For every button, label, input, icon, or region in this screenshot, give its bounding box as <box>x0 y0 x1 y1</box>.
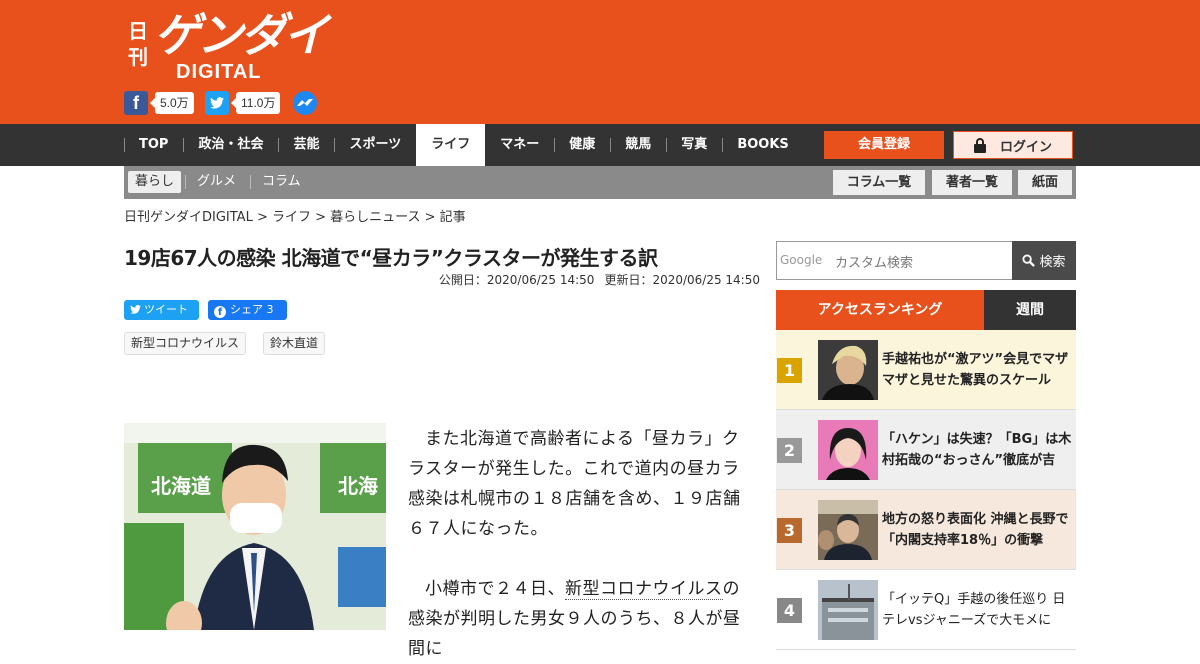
rank-number: 3 <box>777 518 802 543</box>
corona-link[interactable]: 新型コロナウイルス <box>565 579 723 600</box>
article-paragraph: また北海道で高齢者による「昼カラ」クラスターが発生した。これで道内の昼カラ感染は… <box>408 429 741 539</box>
twitter-icon <box>205 91 229 115</box>
article-paragraph: 小樽市で２４日、新型コロナウイルスの感染が判明した男女９人のうち、８人が昼間に <box>408 574 753 664</box>
rank-title: 「イッテQ」手越の後任巡り 日テレvsジャニーズで大モメに <box>882 592 1066 628</box>
tweet-button[interactable]: ツイート <box>124 300 199 320</box>
rank-title: 手越祐也が“激アツ”会見でマザマザと見せた驚異のスケール <box>882 352 1069 388</box>
rank-number: 4 <box>777 598 802 623</box>
column-list-button[interactable]: コラム一覧 <box>833 170 925 195</box>
subnav-kurashi[interactable]: 暮らし <box>128 171 182 193</box>
rank-thumbnail <box>818 580 878 640</box>
register-button[interactable]: 会員登録 <box>824 131 944 159</box>
breadcrumb[interactable]: 日刊ゲンダイDIGITAL > ライフ > 暮らしニュース > 記事 <box>124 206 466 225</box>
logo-sub: DIGITAL <box>176 61 262 83</box>
nav-books[interactable]: BOOKS <box>722 124 803 166</box>
search-placeholder: カスタム検索 <box>835 256 914 271</box>
twitter-icon <box>130 305 141 314</box>
rank-title: 地方の怒り表面化 沖縄と長野で「内閣支持率18％」の衝撃 <box>882 512 1069 548</box>
article-photo: 北海道 北海 <box>124 423 386 630</box>
site-header: 日刊 ゲンダイ DIGITAL f 5.0万 11.0万 <box>0 0 1200 124</box>
tweet-label: ツイート <box>144 303 188 316</box>
ranking-item[interactable]: 2 「ハケン」は失速？「BG」は木村拓哉の“おっさん”徹底が吉 <box>776 410 1076 490</box>
nav-keiba[interactable]: 競馬 <box>610 124 666 166</box>
nav-entertainment[interactable]: 芸能 <box>278 124 334 166</box>
tag-suzuki[interactable]: 鈴木直道 <box>263 332 326 355</box>
nav-life[interactable]: ライフ <box>416 124 486 166</box>
author-list-button[interactable]: 著者一覧 <box>932 170 1012 195</box>
main-nav: TOP 政治・社会 芸能 スポーツ ライフ マネー 健康 競馬 写真 BOOKS… <box>0 124 1200 166</box>
ranking-heading[interactable]: アクセスランキング <box>776 290 984 330</box>
subnav-gourmet[interactable]: グルメ <box>197 171 236 193</box>
login-button[interactable]: ログイン <box>953 131 1073 159</box>
subnav-divider <box>185 175 186 189</box>
article-body: また北海道で高齢者による「昼カラ」クラスターが発生した。これで道内の昼カラ感染は… <box>408 424 753 664</box>
messenger-icon[interactable] <box>293 91 317 115</box>
search-button[interactable]: 検索 <box>1012 241 1076 280</box>
facebook-count: 5.0万 <box>150 92 194 114</box>
ranking-item[interactable]: 4 「イッテQ」手越の後任巡り 日テレvsジャニーズで大モメに <box>776 570 1076 650</box>
article-title: 19店67人の感染 北海道で“昼カラ”クラスターが発生する訳 <box>124 246 658 270</box>
twitter-follow[interactable]: 11.0万 <box>205 91 281 115</box>
rank-number: 1 <box>777 358 802 383</box>
nav-photo[interactable]: 写真 <box>666 124 722 166</box>
login-label: ログイン <box>999 139 1052 155</box>
search-icon <box>1022 254 1036 267</box>
facebook-icon: f <box>124 91 148 115</box>
nav-money[interactable]: マネー <box>485 124 554 166</box>
nav-politics[interactable]: 政治・社会 <box>183 124 278 166</box>
lock-icon <box>973 138 986 153</box>
site-logo[interactable]: 日刊 ゲンダイ DIGITAL <box>124 8 329 84</box>
tag-corona[interactable]: 新型コロナウイルス <box>124 332 247 355</box>
rank-thumbnail <box>818 500 878 560</box>
subnav-divider <box>250 175 251 189</box>
ranking-weekly-tab[interactable]: 週間 <box>984 290 1076 330</box>
rank-number: 2 <box>777 438 802 463</box>
twitter-count: 11.0万 <box>230 92 281 114</box>
published-date: 公開日：2020/06/25 14:50 <box>438 273 595 287</box>
photo-sign-text: 北海道 <box>151 474 211 498</box>
sub-nav: 暮らし グルメ コラム コラム一覧 著者一覧 紙面 <box>124 166 1076 199</box>
rank-thumbnail <box>818 420 878 480</box>
nav-health[interactable]: 健康 <box>554 124 610 166</box>
logo-kanji: 日刊 <box>128 19 148 69</box>
share-label: シェア 3 <box>230 303 274 316</box>
google-logo: Google <box>780 253 823 267</box>
subnav-column[interactable]: コラム <box>262 171 301 193</box>
svg-text:北海: 北海 <box>338 474 378 498</box>
nav-sports[interactable]: スポーツ <box>334 124 416 166</box>
rank-thumbnail <box>818 340 878 400</box>
text-before-link: 小樽市で２４日、 <box>425 579 565 599</box>
facebook-like[interactable]: f 5.0万 <box>124 91 194 115</box>
rank-title: 「ハケン」は失速？「BG」は木村拓哉の“おっさん”徹底が吉 <box>882 432 1072 468</box>
facebook-share-button[interactable]: f シェア 3 <box>208 300 287 320</box>
paper-button[interactable]: 紙面 <box>1018 170 1072 195</box>
nav-top[interactable]: TOP <box>124 124 183 166</box>
search-button-label: 検索 <box>1039 255 1066 270</box>
article-dates: 公開日：2020/06/25 14:50 更新日：2020/06/25 14:50 <box>429 271 760 288</box>
facebook-icon: f <box>214 306 226 318</box>
ranking-item[interactable]: 1 手越祐也が“激アツ”会見でマザマザと見せた驚異のスケール <box>776 330 1076 410</box>
ranking-item[interactable]: 3 地方の怒り表面化 沖縄と長野で「内閣支持率18％」の衝撃 <box>776 490 1076 570</box>
logo-name: ゲンダイ <box>154 8 329 62</box>
updated-date: 更新日：2020/06/25 14:50 <box>604 273 760 287</box>
